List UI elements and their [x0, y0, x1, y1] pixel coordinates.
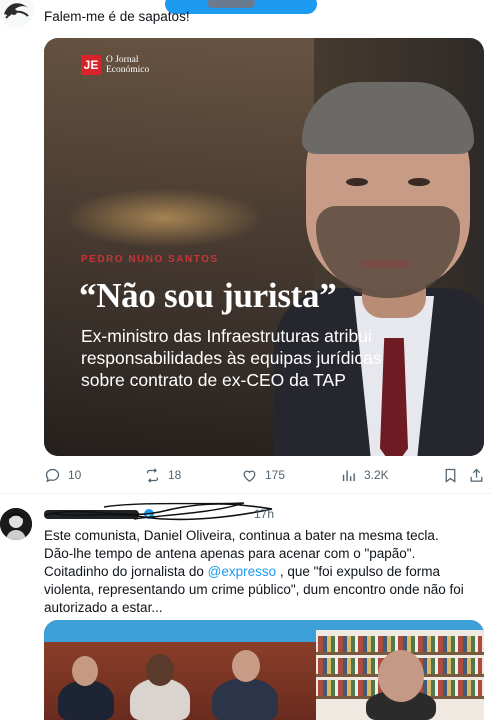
like-button[interactable]: 175 [241, 466, 285, 484]
repost-icon [146, 467, 159, 483]
logo-line-2: Económico [106, 65, 150, 75]
logo-line-1: O Jornal [106, 55, 139, 65]
like-icon [243, 470, 256, 482]
views-icon [342, 470, 355, 481]
tweet-2-line-3-pre: Coitadinho do jornalista do [44, 564, 208, 579]
image-kicker: PEDRO NUNO SANTOS [81, 254, 219, 265]
tweet-text: Falem-me é de sapatos! [44, 9, 190, 24]
mention-link[interactable]: @expresso [208, 564, 276, 579]
tweet-actions: 10 18 175 3.2K [44, 466, 484, 484]
author-avatar-2[interactable] [0, 508, 32, 540]
reply-button[interactable]: 10 [44, 466, 81, 484]
repost-button[interactable]: 18 [144, 466, 181, 484]
reply-icon [45, 468, 60, 482]
newspaper-logo: JE O Jornal Económico [81, 54, 149, 76]
image-headline: “Não sou jurista” [79, 276, 337, 315]
scribble-redaction [45, 502, 273, 521]
tweet-text-2: Este comunista, Daniel Oliveira, continu… [44, 527, 484, 617]
share-button[interactable] [468, 466, 485, 484]
bookmark-icon [445, 468, 456, 483]
image-subtitle: Ex-ministro das Infraestruturas atribui … [81, 326, 382, 390]
reply-count: 10 [68, 468, 82, 482]
repost-count: 18 [168, 468, 182, 482]
tweet-media-image-2[interactable] [44, 620, 484, 720]
views-button[interactable]: 3.2K [340, 466, 389, 484]
tweet-media-image[interactable]: JE O Jornal Económico PEDRO NUNO SANTOS … [44, 38, 484, 456]
tweet-2-line-2: Dão-lhe tempo de antena apenas para acen… [44, 546, 416, 561]
like-count: 175 [265, 468, 286, 482]
tweet-timestamp[interactable]: 17h [254, 507, 274, 521]
views-count: 3.2K [364, 468, 389, 482]
redacted-author-name[interactable] [44, 502, 274, 521]
tweet-2-line-1: Este comunista, Daniel Oliveira, continu… [44, 528, 439, 543]
share-icon [470, 468, 483, 482]
logo-mark: JE [81, 55, 101, 75]
bookmark-button[interactable] [442, 466, 459, 484]
